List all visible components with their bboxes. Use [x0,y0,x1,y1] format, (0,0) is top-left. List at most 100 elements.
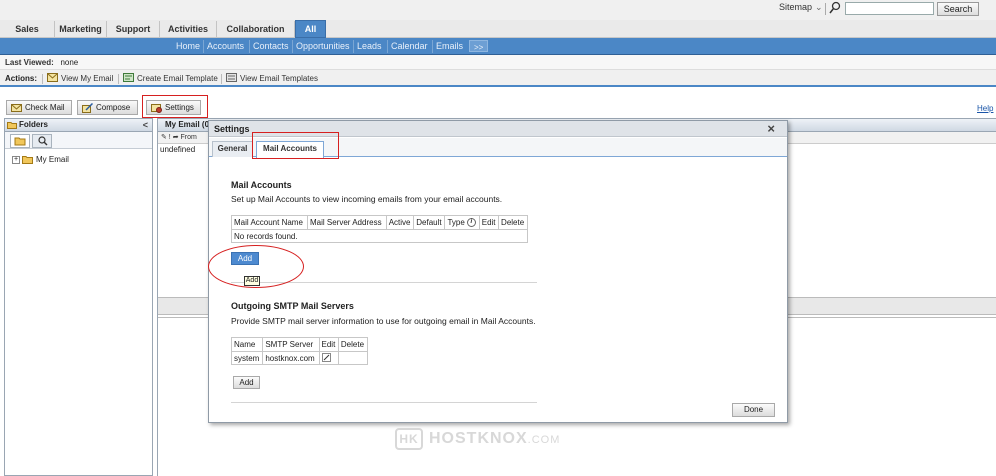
last-viewed-label: Last Viewed: [5,58,54,67]
column-default[interactable]: Default [413,215,446,230]
search-icon [829,1,841,14]
last-viewed-value: none [60,58,79,67]
folder-icon [22,156,33,165]
sitemap-label: Sitemap [779,2,813,12]
folder-tree: + My Email [12,154,69,165]
divider [825,3,826,15]
tab-all[interactable]: All [295,20,326,38]
search-icon [38,136,48,146]
tree-item-label: My Email [36,155,69,164]
folders-title: Folders [19,120,48,129]
settings-highlight-box [142,95,208,118]
column-edit: Edit [478,215,500,230]
column-smtp-server[interactable]: SMTP Server [262,337,320,352]
column-name[interactable]: Name [230,337,264,352]
table-row: No records found. [231,229,528,243]
watermark-logo-mark: HK [395,428,423,450]
tree-item-my-email[interactable]: + My Email [12,154,69,165]
sitemap-menu[interactable]: Sitemap ⌄ [779,2,823,13]
column-mail-account-name[interactable]: Mail Account Name [231,215,308,230]
subnav-more-button[interactable]: >> [469,40,489,52]
tab-marketing[interactable]: Marketing [55,21,107,37]
top-utility-bar: Sitemap ⌄ Search [0,0,996,20]
subnav-accounts[interactable]: Accounts [203,40,244,53]
subnav-calendar[interactable]: Calendar [387,40,428,53]
tab-folders[interactable] [10,134,30,148]
folders-panel: Folders < + My Email [4,118,153,476]
smtp-description: Provide SMTP mail server information to … [231,316,536,326]
dialog-title: Settings [214,124,250,134]
subnav-home[interactable]: Home [176,40,200,53]
divider [42,74,43,84]
column-edit: Edit [318,337,339,352]
folder-tabs [5,132,152,149]
table-header-row: Mail Account Name Mail Server Address Ac… [231,215,528,230]
view-email-templates-link[interactable]: View Email Templates [226,70,318,87]
mail-accounts-tab-highlight-box [252,132,339,159]
tab-activities[interactable]: Activities [160,21,217,37]
delete-cell [337,351,369,365]
view-email-templates-label: View Email Templates [240,74,318,83]
watermark-suffix: .COM [527,434,561,447]
mail-accounts-description: Set up Mail Accounts to view incoming em… [231,194,503,204]
expand-icon[interactable]: + [12,155,20,164]
empty-message: No records found. [231,229,528,243]
create-email-template-label: Create Email Template [137,74,218,83]
view-my-email-link[interactable]: View My Email [47,70,113,87]
last-viewed-bar: Last Viewed: none [0,55,996,70]
subnav-emails[interactable]: Emails [432,40,463,53]
column-mail-server-address[interactable]: Mail Server Address [306,215,387,230]
view-my-email-label: View My Email [61,74,114,83]
mail-accounts-table: Mail Account Name Mail Server Address Ac… [231,215,528,243]
column-delete: Delete [337,337,369,352]
help-link[interactable]: Help [977,104,993,113]
column-type[interactable]: Type i [444,215,480,230]
collapse-panel-button[interactable]: < [143,119,148,131]
search-button[interactable]: Search [937,2,979,16]
tab-sales[interactable]: Sales [0,21,55,37]
subnav-leads[interactable]: Leads [353,40,382,53]
add-tooltip: Add [244,276,260,286]
check-mail-label: Check Mail [25,103,65,112]
search-input[interactable] [845,2,934,15]
check-mail-button[interactable]: Check Mail [6,100,72,115]
divider [221,74,222,84]
section-divider [231,402,537,403]
subnav-contacts[interactable]: Contacts [249,40,289,53]
compose-button[interactable]: Compose [77,100,138,115]
divider [118,74,119,84]
info-icon[interactable]: i [466,218,476,228]
template-icon [123,73,134,83]
folder-icon [14,137,26,146]
done-button[interactable]: Done [732,403,775,417]
check-mail-icon [11,104,22,112]
column-active[interactable]: Active [385,215,415,230]
edit-icon[interactable] [321,352,331,362]
edit-cell [318,351,339,365]
mail-accounts-heading: Mail Accounts [231,180,292,190]
close-icon[interactable]: × [767,121,775,136]
actions-label: Actions: [5,74,37,83]
watermark-logo: HK HOSTKNOX.COM [395,428,560,450]
smtp-heading: Outgoing SMTP Mail Servers [231,301,354,311]
tab-collaboration[interactable]: Collaboration [217,21,295,37]
from-column[interactable]: From [181,134,197,141]
smtp-server-cell: hostknox.com [262,351,320,365]
add-smtp-server-button[interactable]: Add [233,376,260,389]
compose-icon [82,103,93,113]
compose-label: Compose [96,103,131,112]
column-delete: Delete [498,215,528,230]
templates-icon [226,73,237,83]
envelope-icon [47,73,58,83]
tab-search[interactable] [32,134,52,148]
actions-bar: Actions: View My Email Create Email Temp… [0,70,996,87]
tab-general[interactable]: General [212,141,253,157]
folder-icon [7,122,17,129]
create-email-template-link[interactable]: Create Email Template [123,70,218,87]
module-tabs: Sales Marketing Support Activities Colla… [0,20,996,38]
subnav-opportunities[interactable]: Opportunities [292,40,350,53]
tab-support[interactable]: Support [107,21,160,37]
smtp-name-cell: system [230,351,264,365]
sub-navigation: Home Accounts Contacts Opportunities Lea… [0,38,996,55]
table-row: system hostknox.com [230,351,369,365]
